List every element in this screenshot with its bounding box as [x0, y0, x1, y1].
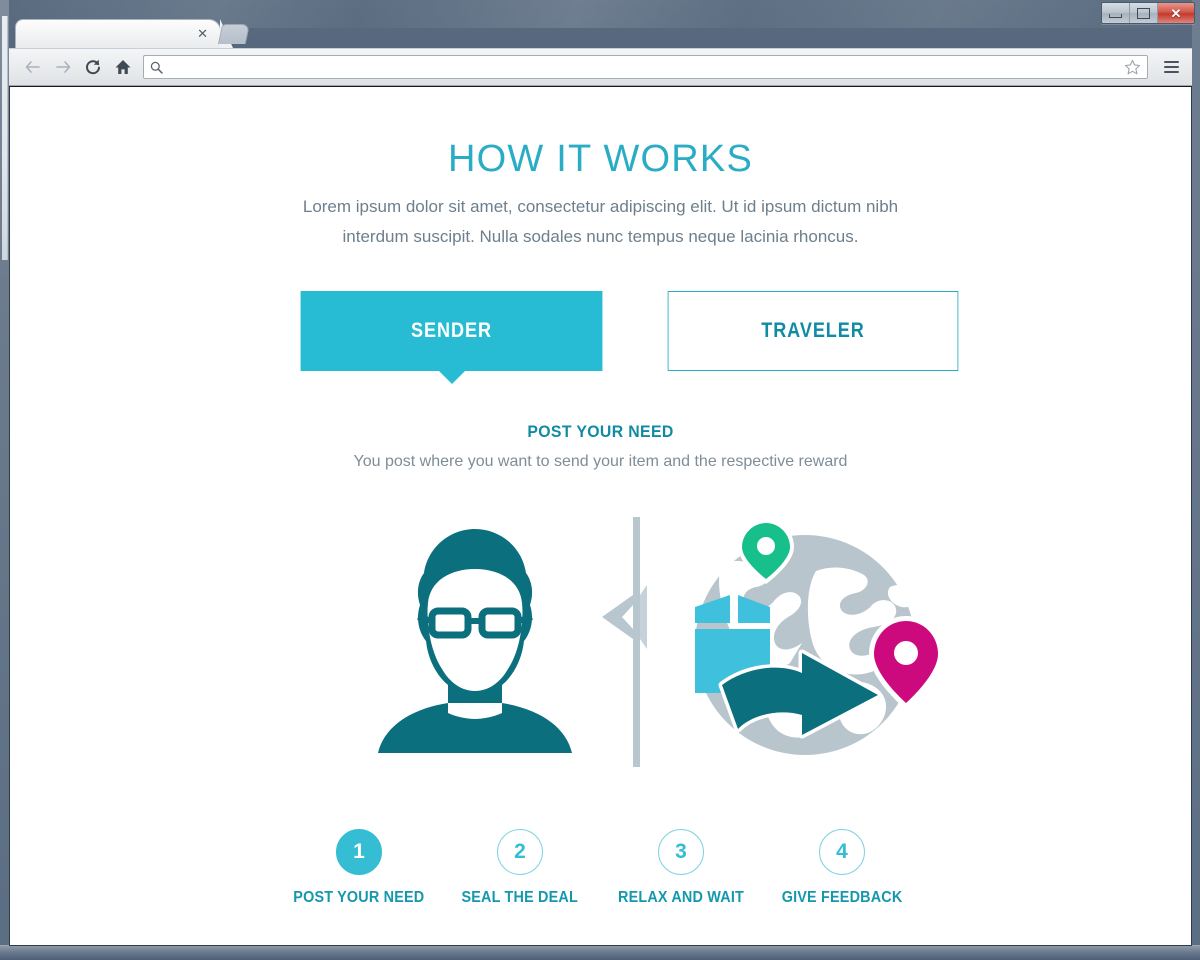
forward-arrow-icon: [56, 61, 71, 73]
forward-button[interactable]: [49, 53, 77, 81]
menu-icon-line: [1163, 71, 1179, 73]
step-number: 4: [836, 840, 848, 863]
step-number-circle[interactable]: 1: [336, 829, 382, 875]
search-icon: [150, 61, 163, 74]
step-number: 3: [675, 840, 687, 863]
window-right-border: [1192, 0, 1200, 960]
browser-toolbar: [9, 48, 1192, 86]
url-input[interactable]: [169, 59, 1124, 75]
window-bottom-border: [0, 945, 1200, 960]
step-number: 2: [514, 840, 526, 863]
bookmark-star-icon[interactable]: [1124, 59, 1141, 76]
back-arrow-icon: [25, 61, 40, 73]
step-number-circle[interactable]: 4: [819, 829, 865, 875]
browser-chrome: ✕ HOW IT WORKS Lorem ipsum dolor sit ame…: [9, 14, 1192, 946]
page-title: HOW IT WORKS: [447, 138, 754, 180]
reload-button[interactable]: [79, 53, 107, 81]
arrow-divider-icon: [602, 517, 647, 767]
tab-strip: ✕: [9, 14, 1192, 48]
page-subtitle: Lorem ipsum dolor sit amet, consectetur …: [302, 197, 899, 246]
step-number-circle[interactable]: 3: [658, 829, 704, 875]
menu-icon-line: [1163, 66, 1179, 68]
address-bar[interactable]: [143, 55, 1148, 79]
tab-traveler[interactable]: TRAVELER: [667, 291, 959, 371]
os-window-frame: ✕ ✕ HOW IT WORKS Lorem ipsum dolor sit a…: [0, 0, 1200, 960]
role-tab-group: SENDER TRAVELER: [276, 291, 982, 384]
web-page: HOW IT WORKS Lorem ipsum dolor sit amet,…: [10, 87, 1191, 945]
step-item-4[interactable]: 4 GIVE FEEDBACK: [762, 829, 923, 907]
step-indicator-row: 1 POST YOUR NEED 2 SEAL THE DEAL 3 RELAX…: [10, 829, 1191, 907]
step-illustration: [350, 517, 990, 767]
home-button[interactable]: [109, 53, 137, 81]
person-with-glasses-icon: [378, 529, 572, 753]
current-step-title: POST YOUR NEED: [527, 422, 674, 441]
tab-close-icon[interactable]: ✕: [197, 27, 208, 41]
back-button[interactable]: [19, 53, 47, 81]
step-label: POST YOUR NEED: [293, 889, 425, 906]
step-number: 1: [353, 840, 365, 863]
step-label: RELAX AND WAIT: [617, 889, 744, 906]
current-step-description: You post where you want to send your ite…: [353, 453, 848, 470]
new-tab-button[interactable]: [217, 24, 251, 44]
step-label: SEAL THE DEAL: [461, 889, 579, 906]
step-item-3[interactable]: 3 RELAX AND WAIT: [601, 829, 762, 907]
browser-menu-button[interactable]: [1156, 52, 1186, 82]
step-item-2[interactable]: 2 SEAL THE DEAL: [440, 829, 601, 907]
globe-package-icon: [695, 518, 944, 755]
home-icon: [115, 60, 131, 74]
menu-icon-line: [1163, 61, 1179, 63]
active-tab-caret: [439, 371, 465, 384]
step-label: GIVE FEEDBACK: [781, 889, 903, 906]
step-number-circle[interactable]: 2: [497, 829, 543, 875]
window-left-highlight: [2, 16, 8, 260]
browser-tab[interactable]: ✕: [15, 19, 233, 48]
screen-root: ✕ ✕ HOW IT WORKS Lorem ipsum dolor sit a…: [0, 0, 1200, 960]
tab-sender[interactable]: SENDER: [300, 291, 603, 371]
step-item-1[interactable]: 1 POST YOUR NEED: [279, 829, 440, 907]
reload-icon: [86, 59, 100, 75]
page-viewport: HOW IT WORKS Lorem ipsum dolor sit amet,…: [9, 86, 1192, 946]
tab-sender-label: SENDER: [411, 319, 492, 342]
navigation-buttons: [9, 53, 137, 81]
tab-traveler-label: TRAVELER: [761, 319, 865, 342]
